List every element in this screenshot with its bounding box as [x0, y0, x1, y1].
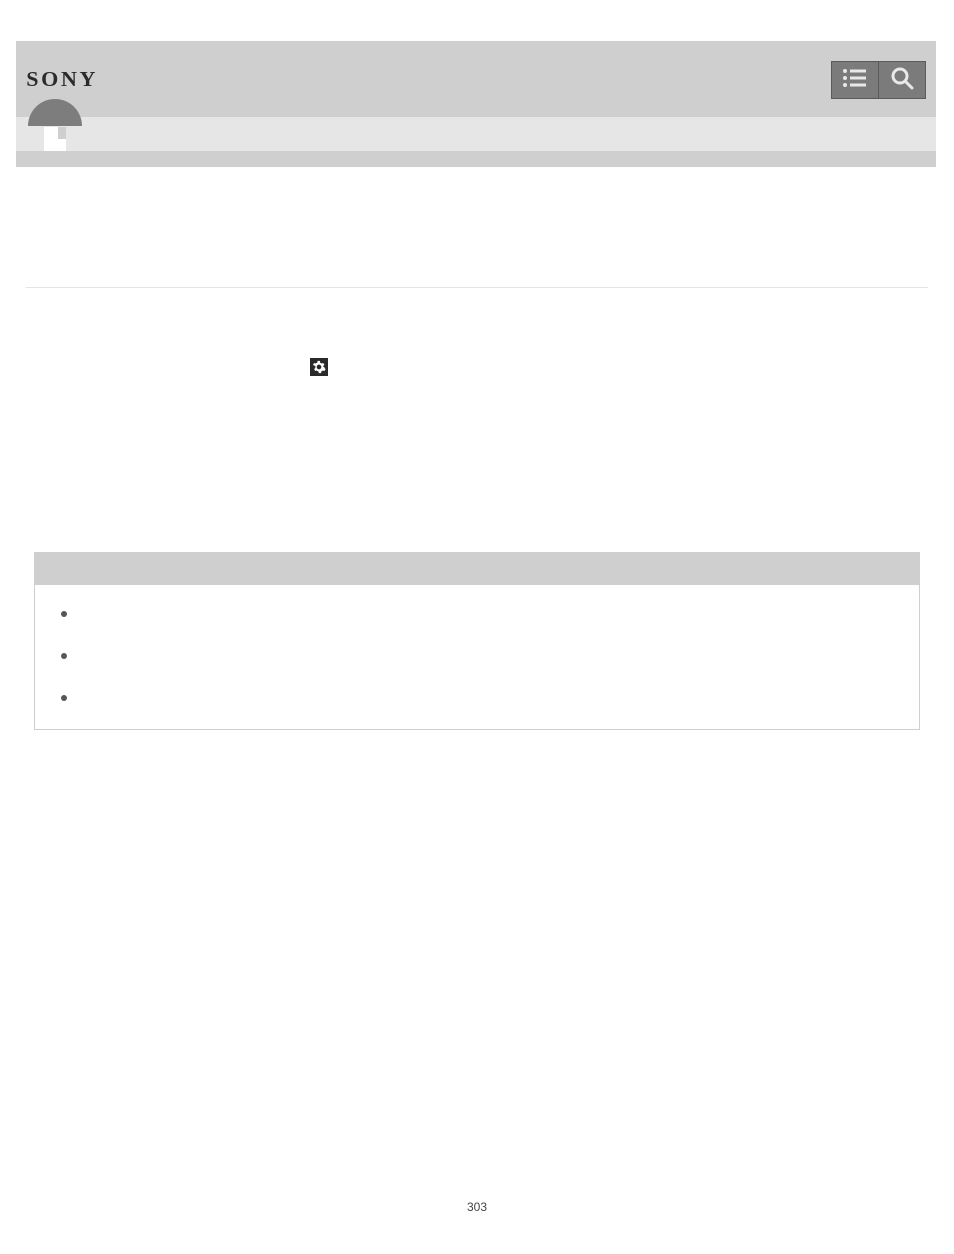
notes-box — [34, 552, 920, 730]
search-button[interactable] — [878, 61, 926, 99]
sub-header — [16, 117, 936, 151]
notes-heading — [35, 553, 919, 585]
sub-header-strip — [16, 151, 936, 167]
list-item — [55, 649, 899, 663]
notes-list — [55, 607, 899, 705]
gear-icon — [312, 360, 326, 374]
manual-icon — [28, 119, 82, 151]
brand-logo: SONY — [26, 67, 98, 92]
header-bar: SONY — [16, 41, 936, 167]
search-icon — [890, 66, 914, 95]
list-icon — [842, 68, 868, 93]
list-item — [55, 607, 899, 621]
header-icon-group — [831, 61, 926, 99]
page-number: 303 — [0, 1200, 954, 1214]
settings-icon-box — [310, 358, 328, 376]
menu-button[interactable] — [831, 61, 879, 99]
list-item — [55, 691, 899, 705]
